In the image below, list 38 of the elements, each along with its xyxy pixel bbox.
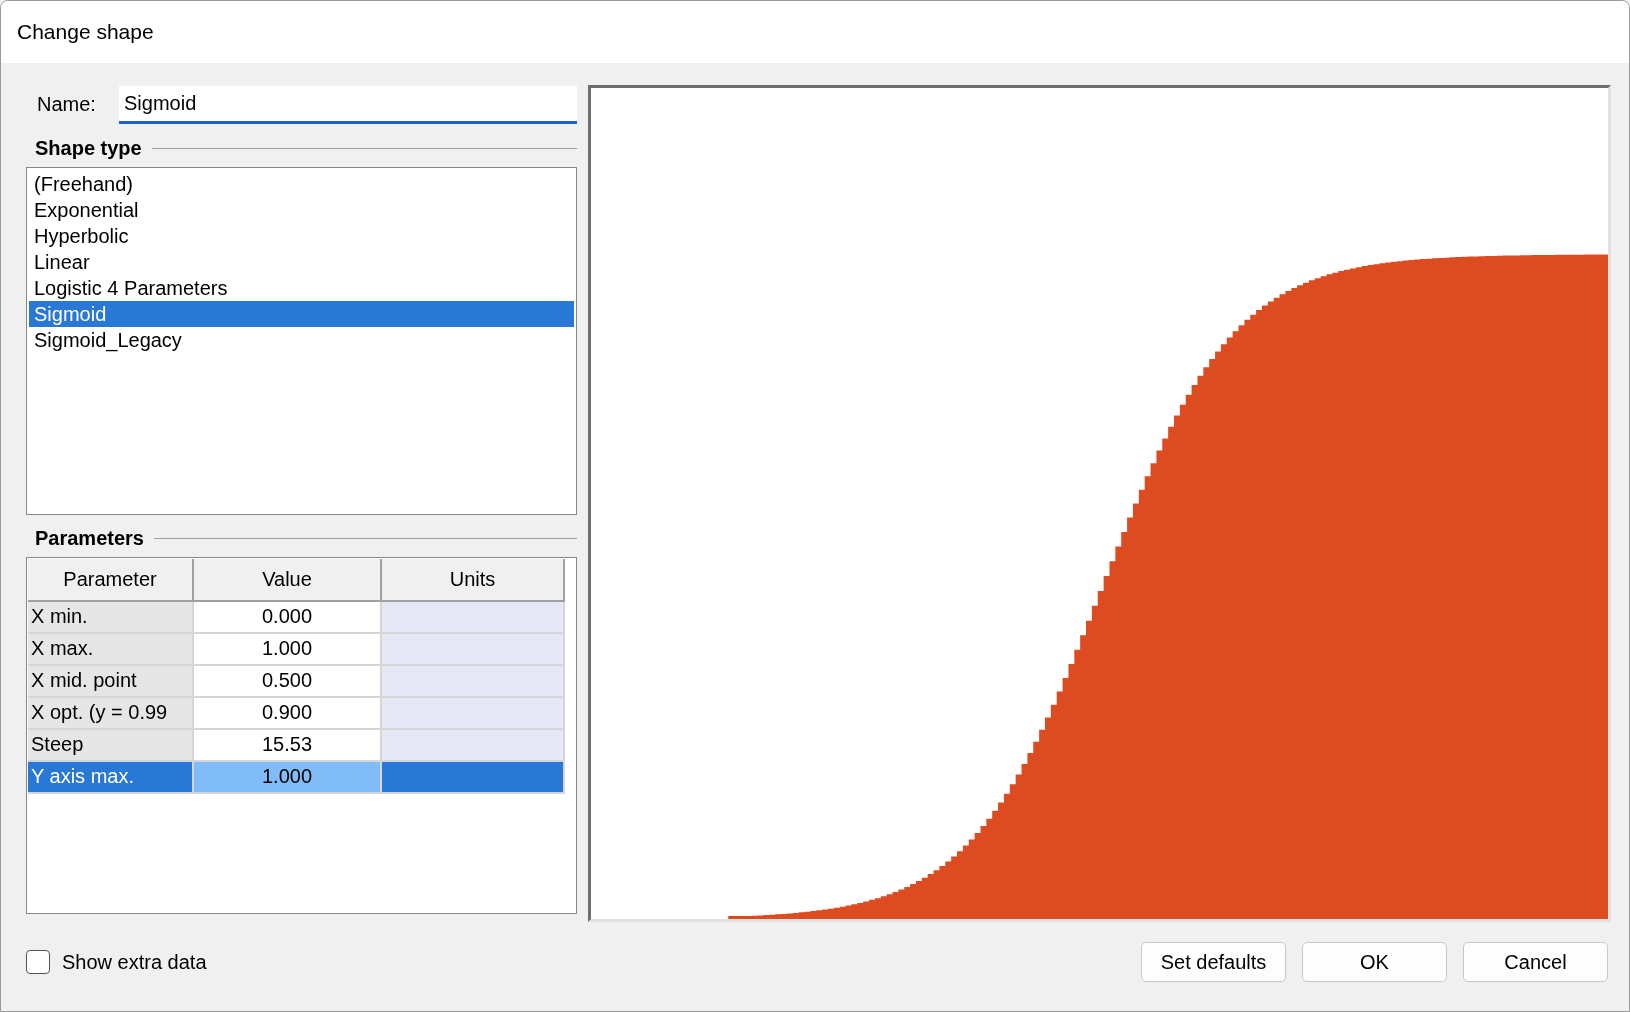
list-item[interactable]: Hyperbolic (29, 222, 574, 249)
table-cell[interactable] (382, 633, 565, 666)
table-cell[interactable] (382, 761, 565, 794)
name-field[interactable]: Sigmoid (119, 85, 577, 124)
section-heading: Parameters (35, 527, 144, 551)
table-cell[interactable] (382, 697, 565, 730)
checkbox[interactable] (26, 950, 50, 975)
dialog-button[interactable]: Cancel (1463, 942, 1608, 983)
table-cell[interactable] (382, 601, 565, 634)
window-title: Change shape (17, 19, 154, 44)
table-cell[interactable]: 0.000 (194, 601, 382, 634)
table-cell[interactable]: 0.900 (194, 697, 382, 730)
table-cell: Steep (28, 729, 194, 762)
table-cell: Y axis max. (28, 761, 194, 794)
dialog-button[interactable]: Set defaults (1141, 942, 1286, 983)
table-cell: X min. (28, 601, 194, 634)
list-item[interactable]: Linear (29, 248, 574, 275)
table-cell[interactable] (382, 729, 565, 762)
list-item[interactable]: (Freehand) (29, 170, 574, 197)
list-item[interactable]: Sigmoid (29, 300, 574, 327)
table-cell[interactable]: 0.500 (194, 665, 382, 698)
table-cell: X max. (28, 633, 194, 666)
column-header[interactable]: Units (382, 558, 565, 602)
table-cell[interactable]: 1.000 (194, 633, 382, 666)
table-cell: X opt. (y = 0.99 (28, 697, 194, 730)
column-header[interactable]: Value (194, 558, 382, 602)
table-cell: X mid. point (28, 665, 194, 698)
dialog-button[interactable]: OK (1302, 942, 1447, 983)
table-cell[interactable] (382, 665, 565, 698)
section-heading: Shape type (35, 137, 142, 161)
table-cell[interactable]: 15.53 (194, 729, 382, 762)
name-label: Name: (36, 93, 97, 117)
table-cell[interactable]: 1.000 (194, 761, 382, 794)
list-item[interactable]: Sigmoid_Legacy (29, 326, 574, 353)
list-item[interactable]: Logistic 4 Parameters (29, 274, 574, 301)
column-header[interactable]: Parameter (28, 558, 194, 602)
list-item[interactable]: Exponential (29, 196, 574, 223)
checkbox-label: Show extra data (62, 950, 207, 974)
